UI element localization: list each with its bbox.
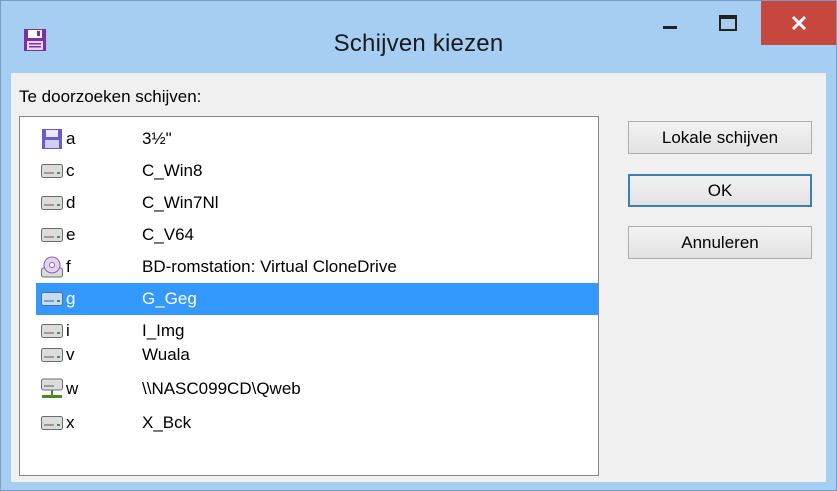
hard-drive-icon bbox=[40, 192, 64, 214]
dialog-window: Schijven kiezen Te doorzoeken schijven: … bbox=[0, 0, 837, 491]
drive-item-v[interactable]: v Wuala bbox=[36, 339, 598, 371]
drive-item-e[interactable]: e C_V64 bbox=[36, 219, 598, 251]
drive-item-c[interactable]: c C_Win8 bbox=[36, 155, 598, 187]
optical-drive-icon bbox=[40, 256, 64, 278]
drive-letter: d bbox=[66, 193, 76, 212]
drive-name: \\NASC099CD\Qweb bbox=[142, 379, 301, 398]
drive-letter: i bbox=[66, 321, 70, 340]
drive-name: Wuala bbox=[142, 345, 190, 364]
minimize-button[interactable] bbox=[641, 2, 699, 44]
hard-drive-icon bbox=[40, 344, 64, 366]
drive-name: BD-romstation: Virtual CloneDrive bbox=[142, 257, 397, 276]
drive-item-x[interactable]: x X_Bck bbox=[36, 407, 598, 439]
drive-name: C_V64 bbox=[142, 225, 194, 244]
drive-item-f[interactable]: f BD-romstation: Virtual CloneDrive bbox=[36, 251, 598, 283]
local-drives-button[interactable]: Lokale schijven bbox=[628, 121, 812, 154]
ok-button[interactable]: OK bbox=[628, 174, 812, 207]
drive-item-d[interactable]: d C_Win7Nl bbox=[36, 187, 598, 219]
drive-list[interactable]: a 3½" c C_Win8 d C_Win7Nl e C_V64 f BD-r… bbox=[19, 116, 599, 476]
floppy-icon bbox=[40, 128, 64, 150]
drive-letter: a bbox=[66, 129, 76, 148]
close-button[interactable] bbox=[761, 1, 836, 45]
drive-name: G_Geg bbox=[142, 289, 197, 308]
title-bar[interactable]: Schijven kiezen bbox=[1, 1, 836, 73]
cancel-button[interactable]: Annuleren bbox=[628, 226, 812, 259]
drive-letter: x bbox=[66, 413, 75, 432]
drive-name: C_Win8 bbox=[142, 161, 203, 180]
drive-name: X_Bck bbox=[142, 413, 192, 432]
close-icon bbox=[791, 15, 806, 31]
drive-letter: w bbox=[66, 379, 79, 398]
drive-item-w[interactable]: w \\NASC099CD\Qweb bbox=[36, 373, 598, 405]
drive-item-g[interactable]: g G_Geg bbox=[36, 283, 598, 315]
drive-letter: c bbox=[66, 161, 75, 180]
drive-letter: g bbox=[66, 289, 76, 308]
maximize-icon bbox=[719, 15, 737, 31]
drive-letter: v bbox=[66, 345, 75, 364]
minimize-icon bbox=[663, 26, 677, 29]
maximize-button[interactable] bbox=[699, 2, 757, 44]
dialog-content: Te doorzoeken schijven: a 3½" c C_Win8 d… bbox=[11, 73, 826, 482]
drive-letter: e bbox=[66, 225, 76, 244]
drive-item-a[interactable]: a 3½" bbox=[36, 123, 598, 155]
hard-drive-icon bbox=[40, 288, 64, 310]
hard-drive-icon bbox=[40, 412, 64, 434]
network-drive-icon bbox=[40, 378, 64, 400]
drive-name: I_Img bbox=[142, 321, 185, 340]
hard-drive-icon bbox=[40, 224, 64, 246]
drive-name: 3½" bbox=[142, 129, 172, 148]
hard-drive-icon bbox=[40, 160, 64, 182]
drives-label: Te doorzoeken schijven: bbox=[19, 87, 202, 106]
drive-name: C_Win7Nl bbox=[142, 193, 219, 212]
drive-letter: f bbox=[66, 257, 71, 276]
